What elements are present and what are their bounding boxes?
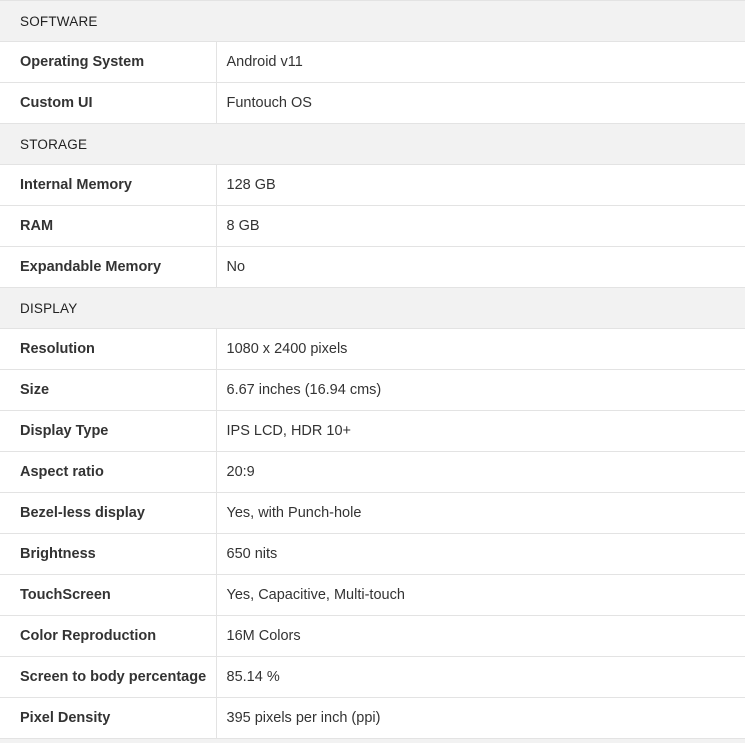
spec-value: Yes, Capacitive, Multi-touch [216,574,745,616]
spec-value: 85.14 % [216,656,745,698]
spec-row: Pixel Density 395 pixels per inch (ppi) [0,697,745,739]
section-header-software: SOFTWARE [0,0,745,42]
spec-row: Display Type IPS LCD, HDR 10+ [0,410,745,452]
spec-label: Internal Memory [0,164,217,206]
specs-table: SOFTWARE Operating System Android v11 Cu… [0,0,745,739]
section-header-storage: STORAGE [0,123,745,165]
section-title: STORAGE [0,123,745,165]
spec-label: Screen to body percentage [0,656,217,698]
spec-label: Display Type [0,410,217,452]
spec-row: Aspect ratio 20:9 [0,451,745,493]
spec-value: Funtouch OS [216,82,745,124]
spec-row: Operating System Android v11 [0,41,745,83]
section-title: SOFTWARE [0,0,745,42]
section-title: DISPLAY [0,287,745,329]
section-header-display: DISPLAY [0,287,745,329]
spec-label: Custom UI [0,82,217,124]
spec-row: Brightness 650 nits [0,533,745,575]
spec-value: Android v11 [216,41,745,83]
spec-value: 1080 x 2400 pixels [216,328,745,370]
spec-value: IPS LCD, HDR 10+ [216,410,745,452]
spec-row: Screen to body percentage 85.14 % [0,656,745,698]
spec-value: Yes, with Punch-hole [216,492,745,534]
spec-label: Brightness [0,533,217,575]
spec-row: TouchScreen Yes, Capacitive, Multi-touch [0,574,745,616]
spec-value: 8 GB [216,205,745,247]
spec-label: Pixel Density [0,697,217,739]
spec-row: Internal Memory 128 GB [0,164,745,206]
spec-label: RAM [0,205,217,247]
spec-value: 128 GB [216,164,745,206]
spec-row: Custom UI Funtouch OS [0,82,745,124]
spec-label: Color Reproduction [0,615,217,657]
spec-value: 395 pixels per inch (ppi) [216,697,745,739]
spec-row: Color Reproduction 16M Colors [0,615,745,657]
spec-row: Resolution 1080 x 2400 pixels [0,328,745,370]
spec-label: TouchScreen [0,574,217,616]
spec-label: Aspect ratio [0,451,217,493]
spec-row: RAM 8 GB [0,205,745,247]
next-section-edge [0,739,745,743]
spec-row: Expandable Memory No [0,246,745,288]
spec-label: Size [0,369,217,411]
spec-label: Operating System [0,41,217,83]
spec-row: Size 6.67 inches (16.94 cms) [0,369,745,411]
spec-label: Expandable Memory [0,246,217,288]
spec-value: 6.67 inches (16.94 cms) [216,369,745,411]
spec-value: No [216,246,745,288]
spec-row: Bezel-less display Yes, with Punch-hole [0,492,745,534]
spec-value: 650 nits [216,533,745,575]
spec-label: Bezel-less display [0,492,217,534]
spec-label: Resolution [0,328,217,370]
spec-value: 16M Colors [216,615,745,657]
spec-value: 20:9 [216,451,745,493]
